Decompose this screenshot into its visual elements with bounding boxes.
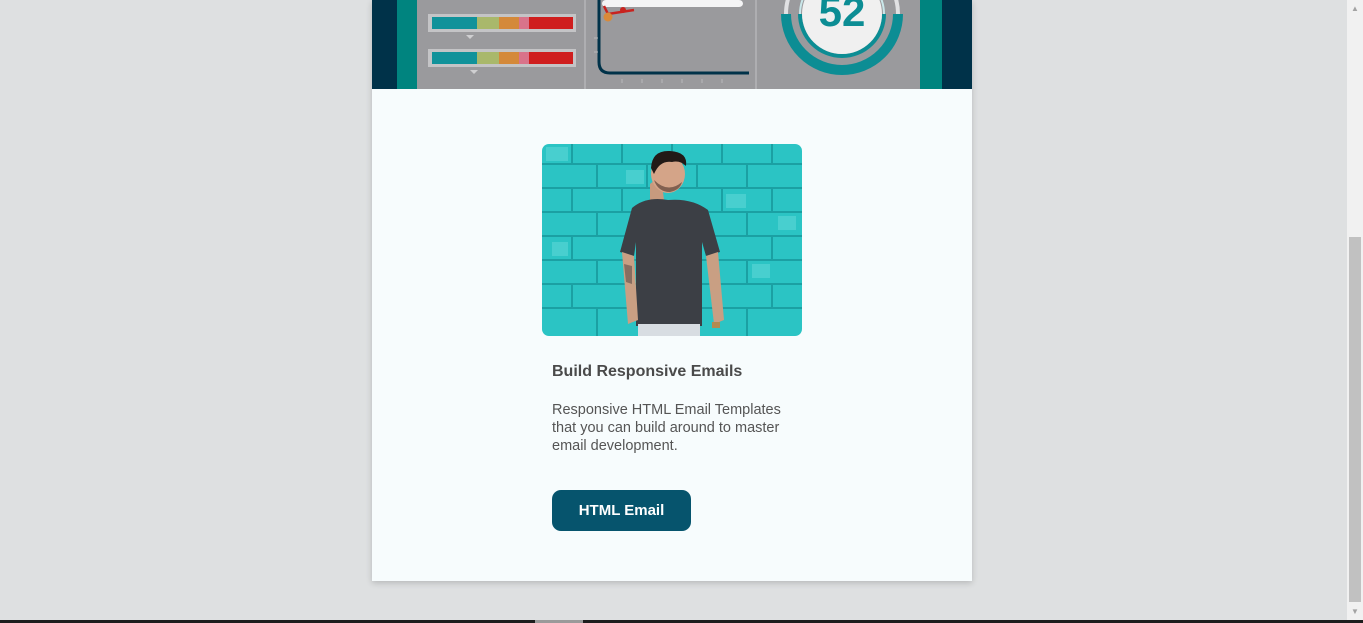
email-card: 52 Build Responsive Emails Responsive HT…: [372, 0, 972, 581]
vertical-scrollbar[interactable]: ▲ ▼: [1347, 0, 1363, 620]
card-title: Build Responsive Emails: [552, 363, 743, 380]
featured-photo: [542, 144, 802, 336]
gauge-number: 52: [819, 0, 866, 35]
card-description: Responsive HTML Email Templates that you…: [552, 402, 781, 454]
dashboard-illustration: 52: [372, 0, 972, 89]
html-email-button[interactable]: HTML Email: [552, 490, 691, 531]
scrollbar-thumb[interactable]: [1349, 237, 1361, 602]
man-against-turquoise-brick-wall-photo: [542, 144, 802, 336]
scroll-up-arrow-icon[interactable]: ▲: [1347, 0, 1363, 16]
page-viewport: 52 Build Responsive Emails Responsive HT…: [0, 0, 1347, 621]
scroll-down-arrow-icon[interactable]: ▼: [1347, 603, 1363, 619]
hero-banner: 52: [372, 0, 972, 89]
